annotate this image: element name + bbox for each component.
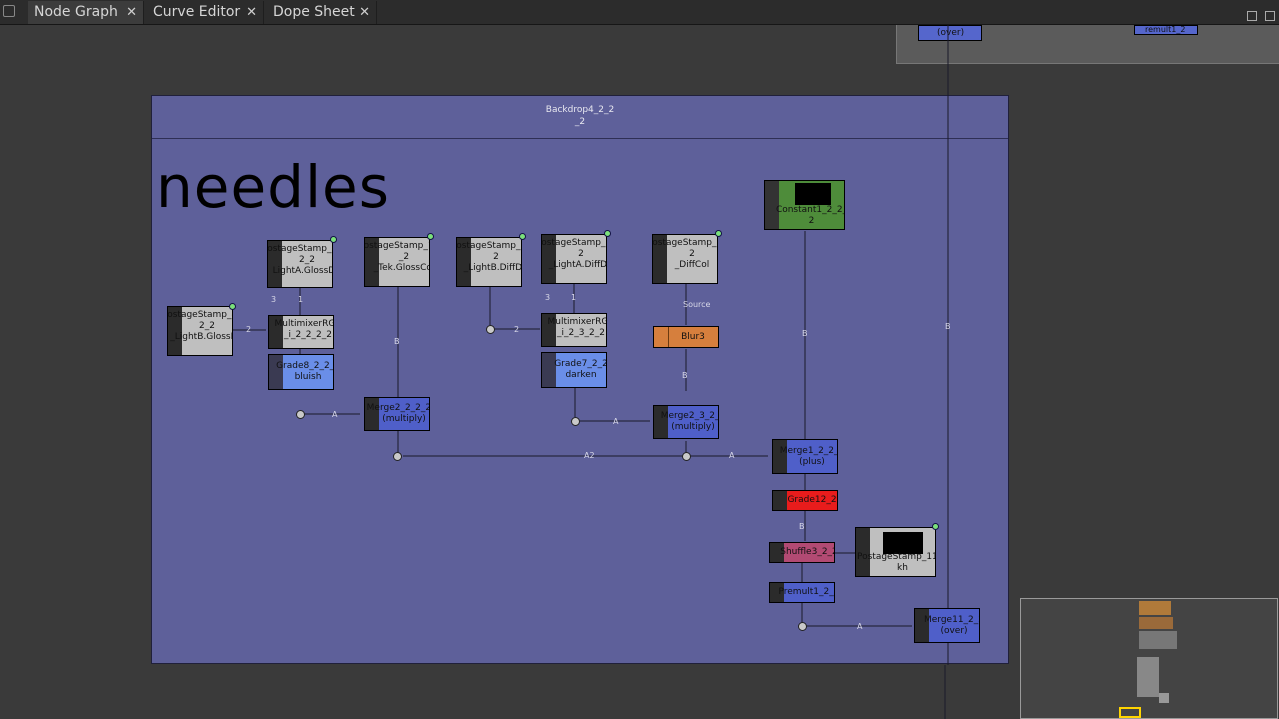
postage-stamp-node[interactable]: PostageStamp_9_2_ 2 _LightB.DiffDir (456, 237, 522, 287)
close-icon[interactable]: ✕ (126, 1, 137, 24)
tab-curve-editor[interactable]: Curve Editor ✕ (147, 1, 264, 24)
multimixer-node[interactable]: MultimixerRGB _i_2_3_2_2 (541, 313, 607, 347)
node-label: MultimixerRGB _i_2_3_2_2 (547, 317, 606, 338)
edge-label: 3 (545, 293, 551, 302)
postage-stamp-node[interactable]: PostageStamp_11_2 kh (855, 527, 936, 577)
dot-node[interactable] (296, 410, 305, 419)
node-label: Premult1_2_2 (778, 587, 835, 597)
merge-node[interactable]: Merge1_2_2_2 (plus) (772, 439, 838, 474)
multimixer-node[interactable]: MultimixerRGB _i_2_2_2_2 (268, 315, 334, 349)
node-label: PostageStamp_3_2_ 2_2 LightA.GlossDir (268, 244, 332, 276)
shuffle-node[interactable]: Shuffle3_2_2 (769, 542, 835, 563)
edge-label: B (394, 337, 400, 346)
node-label: Constant1_2_2_ 2 (775, 205, 845, 226)
stamp-badge-icon (715, 230, 722, 237)
node-label: MultimixerRGB _i_2_2_2_2 (274, 319, 333, 340)
dot-node[interactable] (798, 622, 807, 631)
dot-node[interactable] (393, 452, 402, 461)
stamp-badge-icon (427, 233, 434, 240)
minimap-node-cluster (1137, 657, 1159, 697)
edge-label: A (332, 410, 338, 419)
constant-node[interactable]: Constant1_2_2_ 2 (764, 180, 845, 230)
postage-stamp-node[interactable]: PostageStamp_4_2_ 2_2 _LightB.GlossDir (167, 306, 233, 356)
minimap-node-cluster (1139, 601, 1171, 615)
node-label: Blur3 (681, 331, 705, 342)
stamp-badge-icon (330, 236, 337, 243)
node-label: PostageStamp_7_2_ 2 _LightA.DiffDir (542, 238, 607, 270)
node-label: PostageStamp_11_2 kh (857, 552, 935, 573)
tab-label: Dope Sheet (273, 4, 355, 20)
edge-label: 2 (514, 325, 520, 334)
grade-node[interactable]: Grade7_2_2 darken (541, 352, 607, 388)
merge-node[interactable]: Merge2_3_2_2 (multiply) (653, 405, 719, 439)
close-icon[interactable]: ✕ (246, 1, 257, 24)
edge-label: B (945, 322, 951, 331)
node-strip (654, 327, 669, 347)
edge-label: 1 (571, 293, 577, 302)
stamp-badge-icon (932, 523, 939, 530)
tab-bar: Node Graph ✕ Curve Editor ✕ Dope Sheet ✕ (0, 0, 1279, 25)
edge-label: B (799, 522, 805, 531)
premult-node[interactable]: Premult1_2_2 (769, 582, 835, 603)
tab-label: Curve Editor (153, 4, 241, 20)
node-graph-canvas[interactable]: (over) remult1_2 Backdrop4_2_2 _2 needle… (0, 25, 1279, 719)
navigator-minimap[interactable] (1020, 598, 1278, 719)
grade-node[interactable]: Grade12_2 (772, 490, 838, 511)
postage-stamp-node[interactable]: PostageStamp_7_2_ 2 _LightA.DiffDir (541, 234, 607, 284)
node-label: Shuffle3_2_2 (780, 547, 835, 557)
stamp-badge-icon (229, 303, 236, 310)
edge-label: Source (683, 300, 711, 309)
close-icon[interactable]: ✕ (359, 1, 370, 24)
node-label: Grade12_2 (787, 495, 837, 505)
node-label: Merge11_2_2 (over) (924, 614, 980, 636)
edge-label: A (729, 451, 735, 460)
dot-node[interactable] (682, 452, 691, 461)
node-label: Grade7_2_2 darken (554, 359, 607, 380)
minimap-node-cluster (1139, 617, 1173, 629)
merge-node[interactable]: Merge11_2_2 (over) (914, 608, 980, 643)
node-label: PostageStamp_2_2_ 2 _DiffCol (653, 238, 717, 270)
postage-stamp-node[interactable]: PostageStamp_10_2 _2 _Tek.GlossCol (364, 237, 430, 287)
tab-dope-sheet[interactable]: Dope Sheet ✕ (267, 1, 377, 24)
edge-label: B (802, 329, 808, 338)
minimap-node-cluster (1139, 631, 1177, 649)
node-label: PostageStamp_4_2_ 2_2 _LightB.GlossDir (168, 310, 232, 342)
dot-node[interactable] (571, 417, 580, 426)
edge-label: 2 (246, 325, 252, 334)
node-strip (773, 491, 787, 510)
pane-menu-icon[interactable] (3, 5, 15, 17)
node-label: Merge2_3_2_2 (multiply) (660, 411, 719, 432)
float-pane-icon[interactable] (1246, 11, 1257, 21)
edge-label: A2 (584, 451, 595, 460)
postage-stamp-node[interactable]: PostageStamp_2_2_ 2 _DiffCol (652, 234, 718, 284)
tab-label: Node Graph (34, 4, 118, 20)
stamp-badge-icon (604, 230, 611, 237)
node-label: Grade8_2_2_2 bluish (276, 361, 334, 382)
minimap-viewport[interactable] (1119, 707, 1141, 718)
tab-node-graph[interactable]: Node Graph ✕ (28, 1, 144, 24)
dot-node[interactable] (486, 325, 495, 334)
blur-node[interactable]: Blur3 (653, 326, 719, 348)
node-label: PostageStamp_9_2_ 2 _LightB.DiffDir (457, 241, 522, 273)
stamp-badge-icon (519, 233, 526, 240)
node-label: Merge1_2_2_2 (plus) (779, 445, 838, 467)
node-label: PostageStamp_10_2 _2 _Tek.GlossCol (365, 241, 430, 273)
edge-label: A (857, 622, 863, 631)
edge-label: 1 (298, 295, 304, 304)
node-label: Merge2_2_2_2_2 (multiply) (366, 403, 429, 424)
grade-node[interactable]: Grade8_2_2_2 bluish (268, 354, 334, 390)
minimap-node-cluster (1159, 693, 1169, 703)
edge-label: B (682, 371, 688, 380)
edge-label: A (613, 417, 619, 426)
maximize-pane-icon[interactable] (1265, 11, 1275, 21)
edge-label: 3 (271, 295, 277, 304)
postage-stamp-node[interactable]: PostageStamp_3_2_ 2_2 LightA.GlossDir (267, 240, 333, 288)
merge-node[interactable]: Merge2_2_2_2_2 (multiply) (364, 397, 430, 431)
